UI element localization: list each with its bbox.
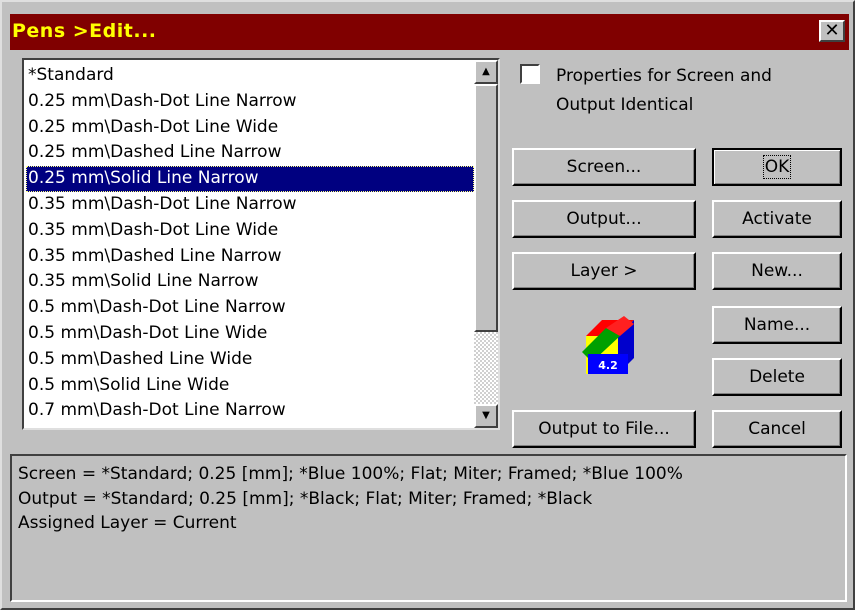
pen-list-item[interactable]: 0.5 mm\Dashed Line Wide <box>26 347 474 373</box>
pen-list-item[interactable]: 0.35 mm\Solid Line Narrow <box>26 269 474 295</box>
new-button-label: New... <box>751 261 803 281</box>
pen-info-panel: Screen = *Standard; 0.25 [mm]; *Blue 100… <box>10 454 847 602</box>
pen-list-item[interactable]: 0.35 mm\Dash-Dot Line Narrow <box>26 192 474 218</box>
output-to-file-button-label: Output to File... <box>538 419 670 439</box>
info-screen-line: Screen = *Standard; 0.25 [mm]; *Blue 100… <box>18 464 683 484</box>
ok-button[interactable]: OK <box>712 148 842 186</box>
activate-button[interactable]: Activate <box>712 200 842 238</box>
close-button[interactable]: ✕ <box>819 20 845 42</box>
layer-button[interactable]: Layer > <box>512 252 696 290</box>
delete-button-label: Delete <box>749 367 805 387</box>
window-title: Pens >Edit... <box>12 20 157 42</box>
pen-list-item[interactable]: 0.5 mm\Dash-Dot Line Narrow <box>26 295 474 321</box>
info-layer-line: Assigned Layer = Current <box>18 513 237 533</box>
name-button-label: Name... <box>743 315 811 335</box>
pen-list-item[interactable]: 0.5 mm\Solid Line Wide <box>26 373 474 399</box>
pen-list-item[interactable]: 0.7 mm\Dash-Dot Line Narrow <box>26 398 474 424</box>
cancel-button-label: Cancel <box>748 419 806 439</box>
pens-edit-dialog: Pens >Edit... ✕ *Standard 0.25 mm\Dash-Do… <box>0 0 855 610</box>
name-button[interactable]: Name... <box>712 306 842 344</box>
output-button[interactable]: Output... <box>512 200 696 238</box>
activate-button-label: Activate <box>742 209 812 229</box>
pen-list-item[interactable]: 0.25 mm\Solid Line Narrow <box>26 166 474 192</box>
scrollbar-thumb[interactable] <box>474 84 498 332</box>
pen-list-item[interactable]: 0.25 mm\Dash-Dot Line Narrow <box>26 89 474 115</box>
title-bar[interactable]: Pens >Edit... ✕ <box>10 14 849 50</box>
identical-properties-label: Properties for Screen and Output Identic… <box>556 66 772 115</box>
output-button-label: Output... <box>566 209 642 229</box>
list-scrollbar[interactable]: ▲ ▼ <box>474 60 498 428</box>
cancel-button[interactable]: Cancel <box>712 410 842 448</box>
logo-version: 4.2 <box>598 359 618 372</box>
scroll-up-arrow-icon[interactable]: ▲ <box>474 60 498 84</box>
identical-properties-checkbox[interactable] <box>520 64 540 84</box>
info-output-line: Output = *Standard; 0.25 [mm]; *Black; F… <box>18 488 593 509</box>
cube-logo-icon: 4.2 <box>582 316 634 374</box>
scroll-down-arrow-icon[interactable]: ▼ <box>474 404 498 428</box>
pen-list-item[interactable]: 0.35 mm\Dash-Dot Line Wide <box>26 218 474 244</box>
pen-list-item[interactable]: 0.5 mm\Dash-Dot Line Wide <box>26 321 474 347</box>
pen-list-item[interactable]: 0.25 mm\Dashed Line Narrow <box>26 140 474 166</box>
screen-button-label: Screen... <box>566 157 642 177</box>
pen-list-item[interactable]: 0.35 mm\Dashed Line Narrow <box>26 244 474 270</box>
layer-button-label: Layer > <box>570 261 638 281</box>
pen-list: *Standard 0.25 mm\Dash-Dot Line Narrow 0.2… <box>26 63 474 424</box>
pen-list-item[interactable]: *Standard <box>26 63 474 89</box>
pen-list-item[interactable]: 0.25 mm\Dash-Dot Line Wide <box>26 115 474 141</box>
screen-button[interactable]: Screen... <box>512 148 696 186</box>
output-to-file-button[interactable]: Output to File... <box>512 410 696 448</box>
pen-listbox[interactable]: *Standard 0.25 mm\Dash-Dot Line Narrow 0.2… <box>22 58 500 430</box>
new-button[interactable]: New... <box>712 252 842 290</box>
ok-button-label: OK <box>762 155 792 179</box>
delete-button[interactable]: Delete <box>712 358 842 396</box>
